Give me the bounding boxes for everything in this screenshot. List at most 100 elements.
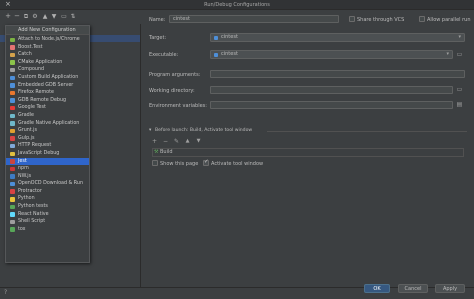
executable-combo[interactable]: cintest ▾ <box>210 50 453 59</box>
share-vcs-checkbox[interactable] <box>349 16 355 22</box>
program-args-field[interactable] <box>210 70 465 78</box>
build-icon: ⚒ <box>154 149 159 155</box>
config-type-item[interactable]: Jest <box>6 157 89 166</box>
config-type-item[interactable]: JavaScript Debug <box>6 150 89 158</box>
edit-env-icon[interactable]: ▤ <box>456 101 463 108</box>
config-type-item[interactable]: OpenOCD Download & Run <box>6 180 89 188</box>
config-type-icon <box>10 121 15 126</box>
config-type-item[interactable]: Python tests <box>6 203 89 211</box>
config-type-item[interactable]: Python <box>6 195 89 203</box>
config-type-item[interactable]: Shell Script <box>6 218 89 226</box>
folder-icon[interactable]: ▭ <box>60 12 68 21</box>
config-type-icon <box>10 212 15 217</box>
config-type-icon <box>10 189 15 194</box>
config-type-item[interactable]: Gulp.js <box>6 135 89 143</box>
build-task-item[interactable]: Build <box>160 149 173 155</box>
config-type-item[interactable]: Boost.Test <box>6 44 89 52</box>
allow-parallel-label: Allow parallel run <box>427 17 471 23</box>
config-type-label: Jest <box>18 158 27 164</box>
config-type-item[interactable]: Attach to Node.js/Chrome <box>6 36 89 44</box>
config-type-label: CMake Application <box>18 59 63 65</box>
activate-tool-checkbox[interactable] <box>203 159 209 166</box>
config-type-icon <box>10 166 15 172</box>
config-type-item[interactable]: GDB Remote Debug <box>6 97 89 105</box>
config-type-icon <box>10 197 15 202</box>
config-type-item[interactable]: HTTP Request <box>6 142 89 150</box>
config-type-label: Gradle <box>18 112 34 118</box>
allow-parallel-checkbox[interactable] <box>419 16 425 22</box>
arrow-up-icon[interactable]: ▲ <box>184 138 191 145</box>
copy-icon[interactable]: ⧉ <box>22 12 30 21</box>
configuration-type-list: Attach to Node.js/Chrome Boost.Test Catch C… <box>6 35 89 233</box>
config-type-item[interactable]: Compound <box>6 66 89 74</box>
activate-tool-label: Activate tool window <box>211 161 264 167</box>
browse-folder-icon[interactable]: ▭ <box>456 86 463 93</box>
config-type-icon <box>10 143 15 149</box>
config-type-icon <box>10 181 15 187</box>
env-vars-label: Environment variables: <box>149 103 207 109</box>
config-type-icon <box>10 227 15 232</box>
help-icon[interactable]: ? <box>4 289 7 296</box>
config-type-item[interactable]: Grunt.js <box>6 127 89 135</box>
chevron-down-icon: ▾ <box>446 51 449 57</box>
config-type-icon <box>10 219 15 225</box>
config-type-item[interactable]: Catch <box>6 51 89 59</box>
config-type-item[interactable]: tox <box>6 226 89 234</box>
config-type-item[interactable]: Firefox Remote <box>6 89 89 97</box>
executable-value: cintest <box>221 51 238 57</box>
executable-label: Executable: <box>149 52 179 58</box>
remove-icon[interactable]: − <box>162 138 169 145</box>
config-type-item[interactable]: Gradle Native Application <box>6 120 89 128</box>
arrow-down-icon[interactable]: ▼ <box>195 138 202 145</box>
config-type-label: JavaScript Debug <box>18 150 60 156</box>
add-icon[interactable]: + <box>151 138 158 145</box>
config-type-item[interactable]: Embedded GDB Server <box>6 82 89 90</box>
config-type-label: React Native <box>18 211 49 217</box>
config-type-label: Compound <box>18 67 45 73</box>
working-dir-field[interactable] <box>210 86 453 94</box>
edit-icon[interactable]: ✎ <box>173 138 180 145</box>
config-type-label: Python <box>18 196 35 202</box>
config-type-item[interactable]: Gradle <box>6 112 89 120</box>
config-type-item[interactable]: Google Test <box>6 104 89 112</box>
before-launch-label: Before launch: Build, Activate tool wind… <box>155 128 253 133</box>
name-field[interactable]: cintest <box>169 15 339 23</box>
apply-button[interactable]: Apply <box>435 284 465 293</box>
config-type-item[interactable]: React Native <box>6 211 89 219</box>
section-divider <box>267 131 467 132</box>
config-type-icon <box>10 83 15 88</box>
config-type-label: Firefox Remote <box>18 90 54 96</box>
before-launch-toggle[interactable]: ▾ <box>149 128 151 133</box>
ok-button[interactable]: OK <box>364 284 390 293</box>
title-bar: × Run/Debug Configurations <box>0 0 474 10</box>
remove-icon[interactable]: − <box>13 12 21 21</box>
target-combo[interactable]: cintest ▾ <box>210 33 465 42</box>
sort-icon[interactable]: ⇅ <box>69 12 77 21</box>
wrench-icon[interactable]: ⚙ <box>31 12 39 21</box>
env-vars-field[interactable] <box>210 101 453 109</box>
cancel-button[interactable]: Cancel <box>398 284 428 293</box>
config-type-label: NW.js <box>18 173 32 179</box>
config-type-label: GDB Remote Debug <box>18 97 67 103</box>
config-type-item[interactable]: Custom Build Application <box>6 74 89 82</box>
browse-folder-icon[interactable]: ▭ <box>456 51 463 58</box>
add-icon[interactable]: + <box>4 12 12 21</box>
config-type-item[interactable]: npm <box>6 165 89 173</box>
target-icon <box>213 35 218 40</box>
config-type-label: Gradle Native Application <box>18 120 80 126</box>
show-page-checkbox[interactable] <box>152 160 158 166</box>
arrow-up-icon[interactable]: ▲ <box>41 12 49 21</box>
config-type-label: Shell Script <box>18 219 46 225</box>
config-type-label: Catch <box>18 52 32 58</box>
config-type-label: Custom Build Application <box>18 74 79 80</box>
target-label: Target: <box>149 35 167 41</box>
config-type-item[interactable]: NW.js <box>6 173 89 181</box>
config-type-item[interactable]: CMake Application <box>6 59 89 67</box>
config-type-item[interactable]: Protractor <box>6 188 89 196</box>
config-type-label: Attach to Node.js/Chrome <box>18 37 80 42</box>
arrow-down-icon[interactable]: ▼ <box>50 12 58 21</box>
config-type-label: Embedded GDB Server <box>18 82 74 88</box>
config-type-icon <box>10 45 15 50</box>
config-type-icon <box>10 204 15 210</box>
config-type-label: tox <box>18 226 26 232</box>
